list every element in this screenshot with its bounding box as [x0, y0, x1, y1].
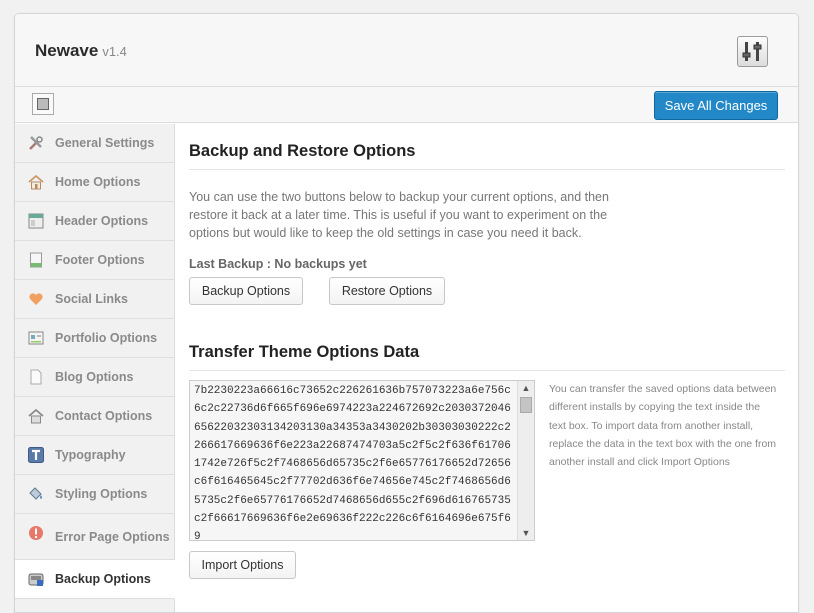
- sidebar-item-error-page-options[interactable]: Error Page Options: [15, 514, 174, 560]
- paint-bucket-icon: [29, 487, 42, 500]
- sliders-logo-icon[interactable]: [737, 36, 768, 67]
- sidebar-item-label: Styling Options: [55, 487, 148, 501]
- textarea-scrollbar[interactable]: ▲ ▼: [517, 381, 534, 540]
- sidebar-item-backup-options[interactable]: Backup Options: [15, 560, 175, 599]
- panel-header: Newave v1.4: [15, 14, 798, 87]
- sidebar-item-label: Backup Options: [55, 572, 151, 586]
- backup-restore-title: Backup and Restore Options: [189, 142, 785, 170]
- heart-icon: [29, 293, 43, 305]
- portfolio-icon: [28, 331, 44, 345]
- sidebar-item-label: Footer Options: [55, 253, 145, 267]
- sidebar-item-header-options[interactable]: Header Options: [15, 202, 174, 241]
- sidebar-item-social-links[interactable]: Social Links: [15, 280, 174, 319]
- sidebar-item-label: Home Options: [55, 175, 141, 189]
- transfer-data-title: Transfer Theme Options Data: [189, 343, 785, 371]
- sidebar-item-label: Blog Options: [55, 370, 134, 384]
- sidebar-item-typography[interactable]: Typography: [15, 436, 174, 475]
- sidebar-item-label: General Settings: [55, 136, 155, 150]
- scroll-up-icon[interactable]: ▲: [518, 381, 534, 395]
- sidebar-item-home-options[interactable]: Home Options: [15, 163, 174, 202]
- sidebar-item-general-settings[interactable]: General Settings: [15, 124, 174, 163]
- scroll-down-icon[interactable]: ▼: [518, 526, 534, 540]
- theme-version: v1.4: [102, 44, 127, 59]
- backup-options-button[interactable]: Backup Options: [189, 277, 303, 305]
- transfer-help-text: You can transfer the saved options data …: [549, 383, 777, 469]
- import-options-button[interactable]: Import Options: [189, 551, 296, 579]
- contact-home-icon: [28, 408, 44, 424]
- sidebar-item-contact-options[interactable]: Contact Options: [15, 397, 174, 436]
- footer-page-icon: [30, 252, 42, 268]
- error-alert-icon: [29, 526, 43, 540]
- last-backup-status: Last Backup : No backups yet: [189, 257, 367, 271]
- options-panel: Newave v1.4 Save All Changes General Sett…: [14, 13, 799, 613]
- expand-toggle-icon[interactable]: [32, 93, 54, 115]
- sidebar-item-label: Social Links: [55, 292, 128, 306]
- sidebar-nav: General Settings Home Options Header Opt…: [15, 124, 175, 612]
- sidebar-item-blog-options[interactable]: Blog Options: [15, 358, 174, 397]
- sidebar-item-label: Error Page Options: [55, 529, 170, 544]
- restore-options-button[interactable]: Restore Options: [329, 277, 445, 305]
- theme-title: Newave v1.4: [35, 41, 127, 61]
- theme-name: Newave: [35, 41, 99, 60]
- home-icon: [28, 174, 44, 190]
- save-all-changes-button[interactable]: Save All Changes: [654, 91, 778, 120]
- sidebar-item-portfolio-options[interactable]: Portfolio Options: [15, 319, 174, 358]
- sidebar-item-label: Header Options: [55, 214, 149, 228]
- sidebar-item-footer-options[interactable]: Footer Options: [15, 241, 174, 280]
- sidebar-item-label: Contact Options: [55, 409, 153, 423]
- backup-description: You can use the two buttons below to bac…: [189, 190, 609, 240]
- panel-toolbar: Save All Changes: [15, 87, 798, 123]
- backup-drive-icon: [28, 573, 44, 586]
- sidebar-item-label: Portfolio Options: [55, 331, 158, 345]
- header-layout-icon: [28, 213, 44, 229]
- typography-t-icon: [28, 447, 44, 463]
- sidebar-item-styling-options[interactable]: Styling Options: [15, 475, 174, 514]
- document-icon: [30, 369, 42, 385]
- scroll-thumb[interactable]: [520, 397, 532, 413]
- sidebar-item-label: Typography: [55, 448, 126, 462]
- wrench-tools-icon: [29, 136, 43, 150]
- options-data-textarea[interactable]: 7b2230223a66616c73652c226261636b75707322…: [189, 380, 535, 541]
